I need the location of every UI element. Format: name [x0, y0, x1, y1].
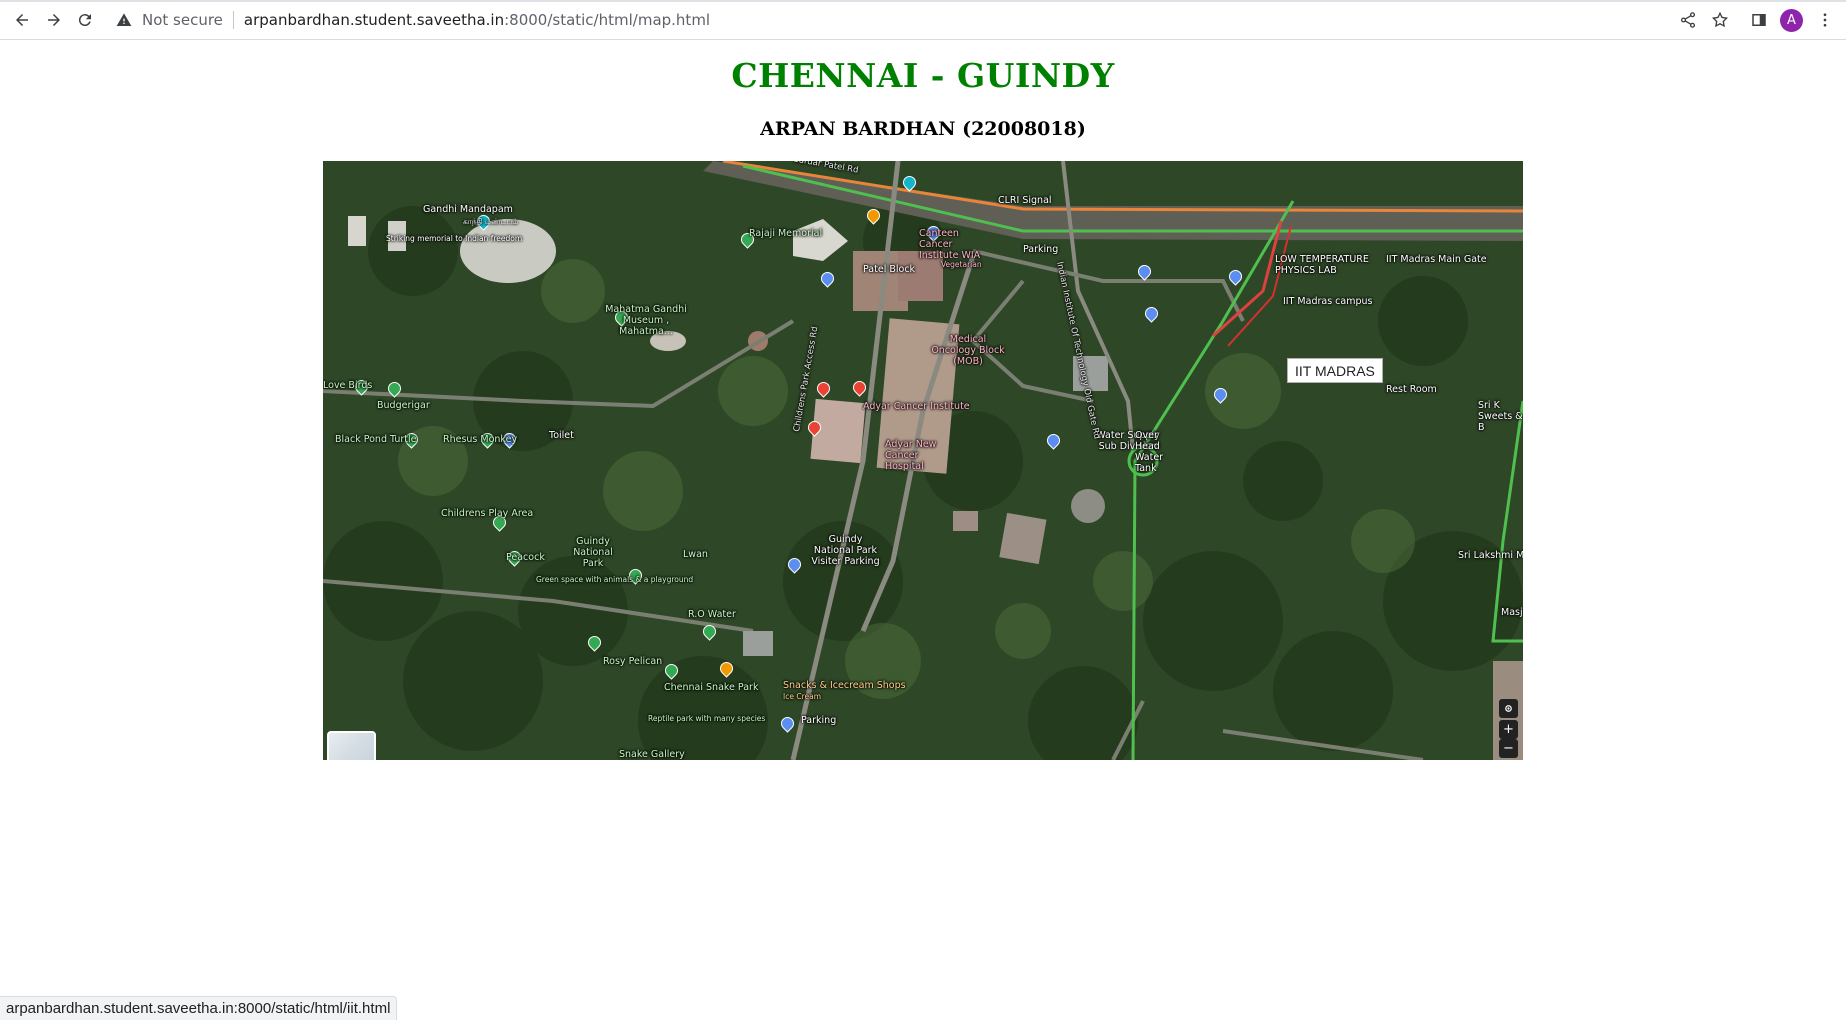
map-layer-toggle[interactable]: [327, 731, 376, 760]
label-iit-campus: IIT Madras campus: [1283, 296, 1373, 307]
label-masj: Masj: [1501, 607, 1523, 618]
menu-button[interactable]: [1811, 6, 1839, 34]
label-rajaji-memorial: Rajaji Memorial: [749, 228, 823, 239]
label-snake-park-desc: Reptile park with many species: [648, 714, 766, 723]
my-location-button[interactable]: [1499, 699, 1518, 718]
label-budgerigar: Budgerigar: [377, 400, 430, 411]
warning-icon[interactable]: [116, 11, 134, 29]
location-icon: [1505, 705, 1512, 712]
label-ice-cream: Ice Cream: [783, 692, 822, 701]
label-gandhi-mandapam-ta: காந்தி மண்டபம்: [463, 217, 519, 226]
label-medical-oncology: Medical Oncology Block (MOB): [931, 334, 1005, 367]
label-parking-bottom: Parking: [801, 715, 837, 726]
url-path[interactable]: :8000/static/html/map.html: [504, 11, 710, 29]
label-patel-block: Patel Block: [863, 264, 916, 275]
zoom-out-button[interactable]: −: [1499, 739, 1518, 758]
label-peacock: Peacock: [506, 552, 545, 563]
tab-strip-edge: [0, 0, 1846, 2]
label-sri-lakshmi: Sri Lakshmi Me: [1458, 550, 1523, 561]
label-snake-park: Chennai Snake Park: [664, 682, 759, 693]
label-guindy-np: Guindy National Park: [573, 536, 613, 569]
label-canteen-desc: Vegetarian: [941, 260, 982, 269]
label-adyar-hospital: Adyar New Cancer Hospital: [885, 439, 937, 472]
omnibox-divider: [232, 11, 234, 29]
label-snake-gallery: Snake Gallery: [619, 749, 685, 760]
label-museum: Mahatma Gandhi Museum , Mahatma...: [605, 304, 687, 337]
satellite-map[interactable]: Gandhi Mandapam காந்தி மண்டபம் Striking …: [323, 161, 1523, 760]
status-url-bubble: arpanbardhan.student.saveetha.in:8000/st…: [0, 996, 398, 1020]
label-canteen: Canteen Cancer Institute WIA: [919, 228, 981, 261]
page-subtitle: ARPAN BARDHAN (22008018): [760, 118, 1086, 140]
label-snacks: Snacks & Icecream Shops: [783, 680, 906, 691]
address-bar[interactable]: Not secure arpanbardhan.student.saveetha…: [116, 6, 710, 34]
side-panel-button[interactable]: [1745, 6, 1773, 34]
star-icon: [1711, 11, 1729, 28]
label-toilet: Toilet: [549, 430, 574, 441]
label-ro-water: R.O Water: [688, 609, 736, 620]
profile-avatar[interactable]: A: [1780, 9, 1803, 32]
label-black-pond-turtle: Black Pond Turtle: [335, 434, 417, 445]
label-overhead-tank: Over Head Water Tank: [1135, 430, 1164, 474]
label-rosy-pelican: Rosy Pelican: [603, 656, 663, 667]
kebab-menu-icon: [1823, 13, 1827, 27]
label-rhesus-monkey: Rhesus Monkey: [443, 434, 518, 445]
page-title: CHENNAI - GUINDY: [731, 56, 1115, 95]
label-clri-signal: CLRI Signal: [998, 195, 1052, 206]
label-low-temp-lab: LOW TEMPERATURE PHYSICS LAB: [1275, 254, 1369, 276]
label-childrens-play: Childrens Play Area: [441, 508, 534, 519]
label-iit-main-gate: IIT Madras Main Gate: [1386, 254, 1487, 265]
back-button[interactable]: [8, 6, 36, 34]
bookmark-button[interactable]: [1706, 6, 1734, 34]
label-parking-top: Parking: [1023, 244, 1059, 255]
forward-icon: [48, 14, 60, 26]
share-button[interactable]: [1674, 6, 1702, 34]
share-icon: [1680, 12, 1696, 28]
reload-button[interactable]: [71, 6, 99, 34]
label-love-birds: Love Birds: [323, 380, 373, 391]
label-sweets: Sri K Sweets & B: [1478, 400, 1523, 433]
security-label[interactable]: Not secure: [142, 11, 223, 29]
forward-button[interactable]: [40, 6, 68, 34]
label-rest-room: Rest Room: [1386, 384, 1437, 395]
reload-icon: [78, 14, 91, 27]
label-np-parking: Guindy National Park Visiter Parking: [811, 534, 880, 567]
url-host[interactable]: arpanbardhan.student.saveetha.in: [244, 11, 504, 29]
browser-toolbar: Not secure arpanbardhan.student.saveetha…: [0, 0, 1846, 40]
label-lwan: Lwan: [683, 549, 708, 560]
zoom-in-button[interactable]: +: [1499, 720, 1518, 739]
iit-madras-hotspot[interactable]: IIT MADRAS: [1287, 358, 1383, 383]
sidepanel-icon: [1752, 14, 1766, 26]
back-icon: [16, 14, 28, 26]
label-gandhi-mandapam: Gandhi Mandapam: [423, 204, 513, 215]
label-green-space: Green space with animals & a playground: [536, 575, 694, 584]
label-adyar-cancer: Adyar Cancer Institute: [863, 401, 970, 412]
label-gandhi-mandapam-desc: Striking memorial to Indian freedom: [386, 234, 523, 243]
